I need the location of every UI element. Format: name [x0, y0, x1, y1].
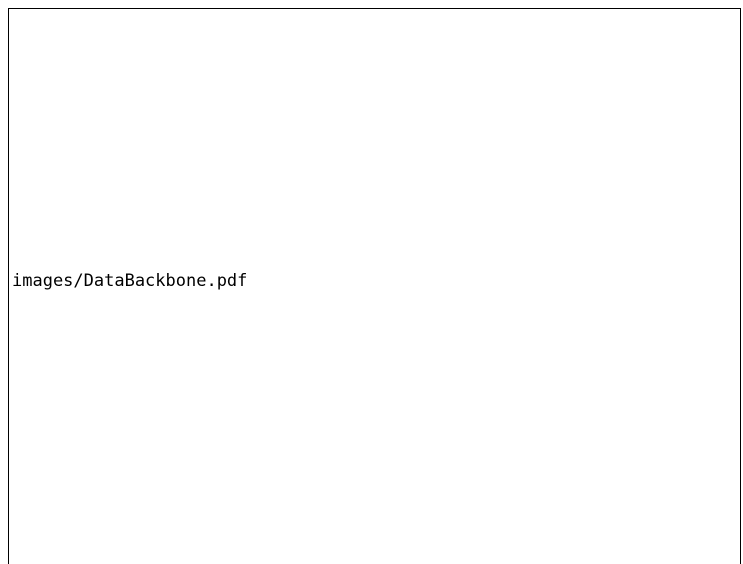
- image-placeholder-frame: images/DataBackbone.pdf: [8, 8, 741, 564]
- image-path-label: images/DataBackbone.pdf: [12, 271, 248, 291]
